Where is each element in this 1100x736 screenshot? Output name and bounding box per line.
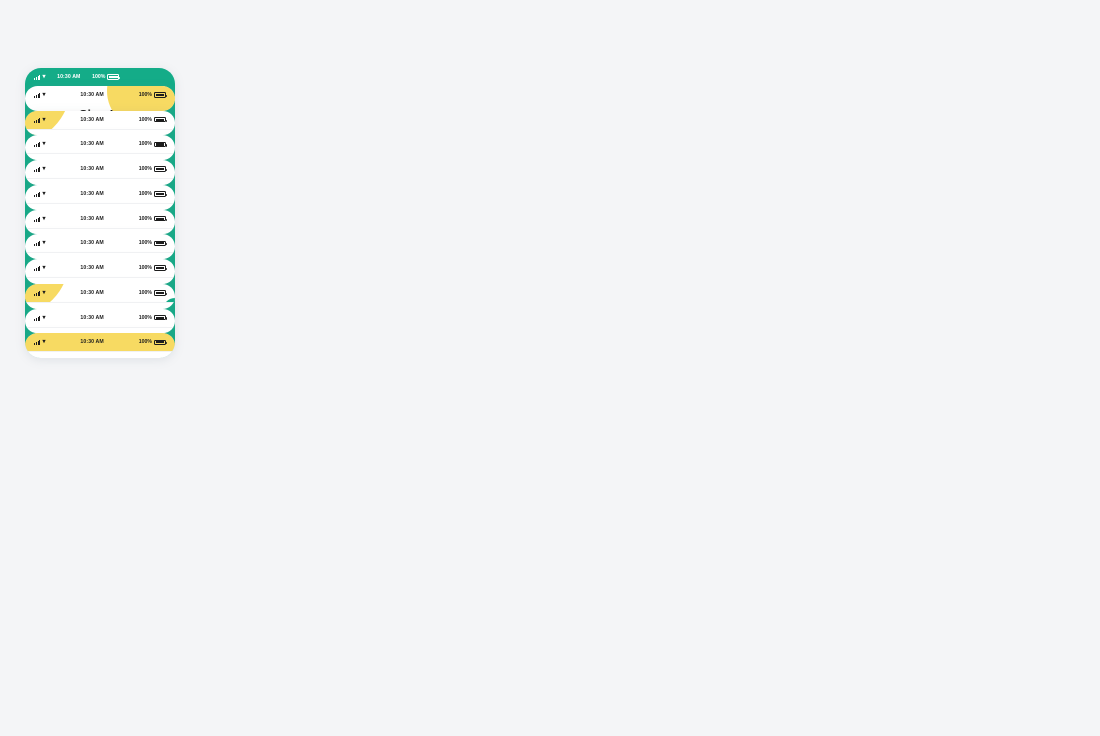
signal-icon: ▾ xyxy=(34,265,45,272)
phone-mathematics: ▾ 10:30 AM 100% Mathematics Early math24… xyxy=(25,234,175,260)
status-bar: ▾ 10:30 AM 100% xyxy=(25,234,175,252)
battery-label: 100% xyxy=(138,215,152,222)
battery-icon xyxy=(154,290,167,296)
bottom-nav xyxy=(25,326,175,334)
bottom-nav xyxy=(25,153,175,161)
status-bar: ▾ 10:30 AM 100% xyxy=(25,135,175,153)
battery-area: 100% xyxy=(138,289,167,296)
status-time: 10:30 AM xyxy=(80,166,104,173)
bottom-nav xyxy=(25,301,175,309)
battery-label: 100% xyxy=(138,141,152,148)
status-bar: ▾ 10:30 AM 100% xyxy=(25,185,175,203)
status-bar: ▾ 10:30 AM 100% xyxy=(25,160,175,178)
signal-icon: ▾ xyxy=(34,240,45,247)
phone-courses: ▾ 10:30 AM 100% Search.. Popular courses… xyxy=(25,135,175,161)
battery-icon xyxy=(154,191,167,197)
phone-quiz: ▾ 10:30 AM 100% 12345678 Question #3 Lor… xyxy=(25,308,175,334)
status-bar: ▾ 10:30 AM 100% xyxy=(25,259,175,277)
status-time: 10:30 AM xyxy=(80,339,104,346)
status-time: 10:30 AM xyxy=(80,92,104,98)
battery-icon xyxy=(154,116,167,123)
battery-area: 100% xyxy=(138,92,167,98)
battery-label: 100% xyxy=(138,166,152,173)
status-bar: ▾ 10:30 AM 100% xyxy=(25,111,175,129)
status-bar: ▾ 10:30 AM 100% xyxy=(25,309,175,327)
battery-icon xyxy=(154,339,167,346)
battery-area: 100% xyxy=(138,339,167,346)
battery-label: 100% xyxy=(138,289,152,296)
bottom-nav xyxy=(25,128,175,136)
status-time: 10:30 AM xyxy=(80,215,104,222)
signal-icon: ▾ xyxy=(34,216,45,222)
battery-area: 100% xyxy=(138,116,167,123)
bottom-nav xyxy=(25,227,175,235)
bottom-nav xyxy=(25,252,175,260)
bottom-nav xyxy=(25,178,175,185)
battery-label: 100% xyxy=(138,92,152,98)
battery-icon xyxy=(154,314,167,321)
bottom-nav xyxy=(25,202,175,210)
battery-icon xyxy=(154,166,167,172)
signal-icon: ▾ xyxy=(34,141,45,148)
battery-area: 100% xyxy=(138,141,167,148)
battery-area: 100% xyxy=(138,215,167,222)
battery-icon xyxy=(154,215,167,222)
signal-icon: ▾ xyxy=(34,117,45,123)
phone-lesson: ▾ 10:30 AM 100% Lorem ipsum dolor sit am… xyxy=(25,160,175,185)
phone-calendar: ▾ 10:30 AM 100% ‹ MARCH › SUMOTUWETHFRSA… xyxy=(25,333,175,358)
phone-literature: ▾ 10:30 AM 100% LITERATURE 12 CHAPTES xyxy=(25,184,175,210)
battery-icon xyxy=(107,74,121,80)
signal-icon: ▾ xyxy=(34,166,45,173)
battery-label: 100% xyxy=(138,339,152,346)
battery-icon xyxy=(154,141,167,148)
battery-label: 100% xyxy=(138,265,152,272)
phone-result: ▾ 10:30 AM 100% ‹ Literature 24 Courses xyxy=(25,283,175,309)
battery-label: 100% xyxy=(138,116,152,123)
battery-label: 100% xyxy=(138,240,152,247)
mockup-board: ▾ 10:30 AM 100% WELCOME! You can study xyxy=(0,0,1100,736)
phone-filter: ▾ 10:30 AM 100% Search.. Highest Rate Fi… xyxy=(25,209,175,235)
battery-label: 100% xyxy=(92,74,106,80)
status-time: 10:30 AM xyxy=(80,265,104,272)
signal-icon: ▾ xyxy=(34,339,45,346)
battery-label: 100% xyxy=(138,314,152,321)
status-bar: ▾ 10:30 AM 100% xyxy=(25,333,175,352)
status-time: 10:30 AM xyxy=(80,314,104,321)
phone-welcome: ▾ 10:30 AM 100% WELCOME! You can study xyxy=(25,68,175,358)
phone-signin: ▾ 10:30 AM 100% Sing In E-mail Password … xyxy=(25,86,175,111)
signin-body: Sing In E-mail Password ✓ Remember Forge… xyxy=(25,104,175,111)
signal-icon: ▾ xyxy=(34,315,45,321)
battery-area: 100% xyxy=(138,190,167,197)
status-time: 10:30 AM xyxy=(80,240,104,247)
battery-area: 100% xyxy=(138,265,167,272)
phone-progress: ▾ 10:30 AM 100% Your Name 4.6 0255075100… xyxy=(25,259,175,284)
battery-area: 100% xyxy=(138,166,167,173)
status-time: 10:30 AM xyxy=(80,190,104,197)
battery-area: 100% xyxy=(138,240,167,247)
battery-label: 100% xyxy=(138,190,152,197)
signal-icon: ▾ xyxy=(34,92,45,98)
bottom-nav xyxy=(25,351,175,358)
status-time: 10:30 AM xyxy=(57,74,81,80)
signal-icon: ▾ xyxy=(34,290,45,296)
battery-icon xyxy=(154,265,167,271)
status-time: 10:30 AM xyxy=(80,116,104,123)
status-time: 10:30 AM xyxy=(80,141,104,148)
battery-icon xyxy=(154,240,167,247)
status-time: 10:30 AM xyxy=(80,289,104,296)
battery-icon xyxy=(154,92,167,98)
status-bar: ▾ 10:30 AM 100% xyxy=(25,86,175,104)
bottom-nav xyxy=(25,277,175,284)
signal-icon: ▾ xyxy=(34,191,45,197)
status-bar: ▾ 10:30 AM 100% xyxy=(25,210,175,228)
status-bar: ▾ 10:30 AM 100% WELCOME! You can study xyxy=(25,68,175,86)
battery-area: 100% xyxy=(138,314,167,321)
phone-menu: ▾ 10:30 AM 100% MENU Start Preparing Dis… xyxy=(25,110,175,136)
battery-area: 100% xyxy=(92,74,121,80)
status-bar: ▾ 10:30 AM 100% xyxy=(25,284,175,302)
signal-icon: ▾ xyxy=(34,74,45,80)
